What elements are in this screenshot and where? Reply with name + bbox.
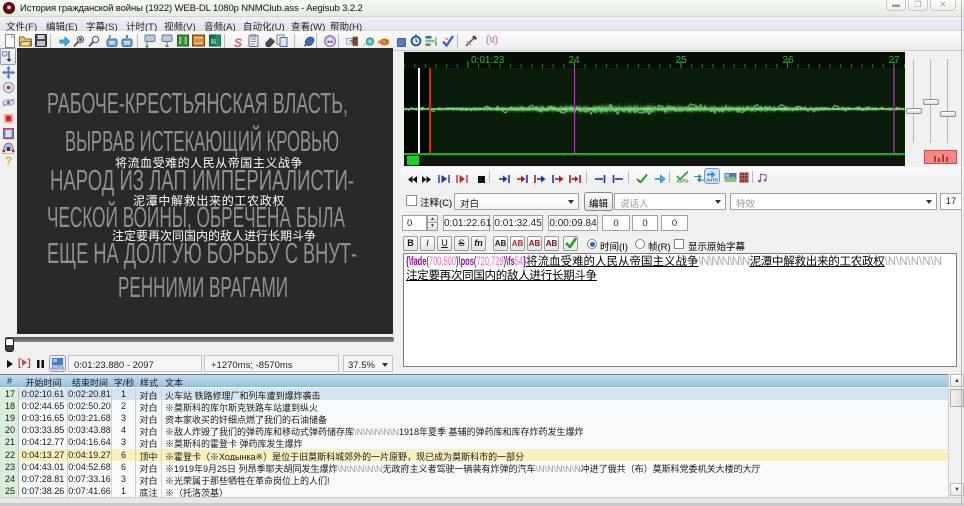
svg-text:AUTO: AUTO	[51, 366, 64, 370]
svg-text:AUTO: AUTO	[706, 178, 718, 182]
svg-text:26: 26	[782, 55, 794, 66]
svg-text:25: 25	[675, 55, 687, 66]
svg-text:AUTO: AUTO	[676, 179, 688, 184]
svg-text:0:01:23: 0:01:23	[471, 55, 505, 66]
svg-text:27: 27	[888, 55, 900, 66]
svg-text:24: 24	[568, 55, 580, 66]
